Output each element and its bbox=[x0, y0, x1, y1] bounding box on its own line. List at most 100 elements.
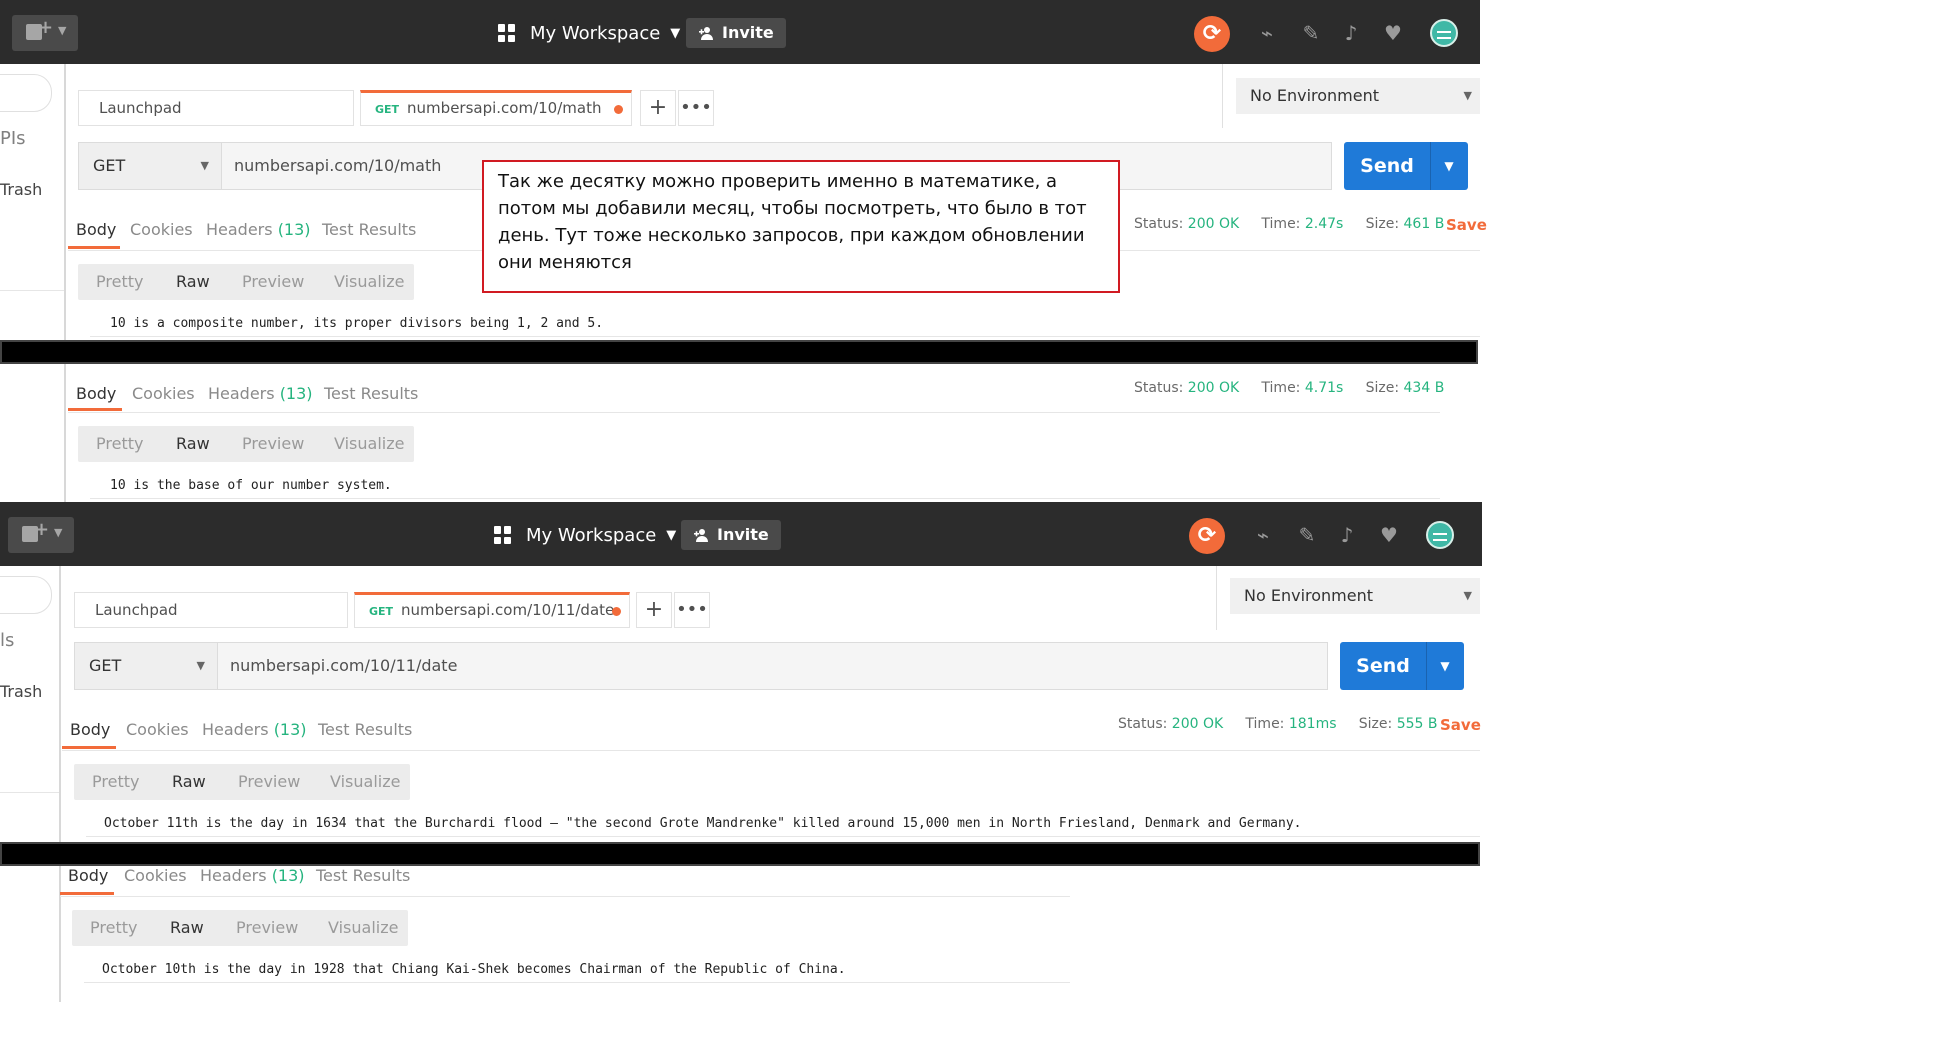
chevron-down-icon: ▼ bbox=[1463, 89, 1472, 102]
invite-button[interactable]: Invite bbox=[686, 18, 786, 48]
environment-value: No Environment bbox=[1250, 86, 1380, 105]
sidebar: ls Trash bbox=[0, 566, 61, 1002]
tab-label: Launchpad bbox=[99, 99, 182, 117]
tab-request[interactable]: GET numbersapi.com/10/math bbox=[360, 90, 632, 126]
sidebar-item-trash[interactable]: Trash bbox=[0, 682, 42, 701]
sidebar-item-apis[interactable]: PIs bbox=[0, 128, 26, 149]
sidebar-search[interactable] bbox=[0, 74, 52, 112]
save-response-button[interactable]: Save bbox=[1446, 216, 1487, 234]
tab-test-results[interactable]: Test Results bbox=[322, 220, 416, 239]
tab-headers[interactable]: Headers (13) bbox=[208, 384, 313, 403]
format-visualize[interactable]: Visualize bbox=[334, 272, 404, 291]
new-button[interactable]: + ▼ bbox=[8, 517, 74, 553]
invite-button[interactable]: Invite bbox=[681, 520, 781, 550]
plus-icon: + bbox=[38, 17, 54, 38]
satellite-icon[interactable]: ⌁ bbox=[1252, 524, 1274, 546]
bell-icon[interactable]: ♪ bbox=[1336, 524, 1358, 546]
separator-bar bbox=[0, 842, 1480, 866]
tab-body[interactable]: Body bbox=[76, 220, 116, 239]
new-button[interactable]: + ▼ bbox=[12, 15, 78, 51]
tab-options-button[interactable]: ••• bbox=[678, 90, 714, 126]
sidebar-item-apis[interactable]: ls bbox=[0, 630, 14, 651]
active-tab-indicator bbox=[68, 408, 122, 411]
sync-icon[interactable]: ⟳ bbox=[1189, 518, 1225, 554]
sidebar-search[interactable] bbox=[0, 576, 52, 614]
bell-icon[interactable]: ♪ bbox=[1340, 22, 1362, 44]
format-visualize[interactable]: Visualize bbox=[330, 772, 400, 791]
format-tabs: Pretty Raw Preview Visualize bbox=[72, 910, 408, 946]
new-tab-button[interactable]: + bbox=[640, 90, 676, 126]
tab-cookies[interactable]: Cookies bbox=[130, 220, 193, 239]
tab-label: Headers bbox=[200, 866, 267, 885]
tab-cookies[interactable]: Cookies bbox=[132, 384, 195, 403]
format-preview[interactable]: Preview bbox=[238, 772, 300, 791]
format-preview[interactable]: Preview bbox=[242, 434, 304, 453]
wrench-icon[interactable]: ✎ bbox=[1300, 22, 1322, 44]
format-preview[interactable]: Preview bbox=[236, 918, 298, 937]
tab-test-results[interactable]: Test Results bbox=[316, 866, 410, 885]
tab-launchpad[interactable]: Launchpad bbox=[78, 90, 354, 126]
tab-label: Headers bbox=[202, 720, 269, 739]
grid-icon bbox=[498, 24, 516, 42]
divider bbox=[68, 412, 1440, 413]
format-visualize[interactable]: Visualize bbox=[334, 434, 404, 453]
format-pretty[interactable]: Pretty bbox=[92, 772, 139, 791]
format-tabs: Pretty Raw Preview Visualize bbox=[74, 764, 410, 800]
tab-headers[interactable]: Headers (13) bbox=[206, 220, 311, 239]
format-raw[interactable]: Raw bbox=[176, 272, 210, 291]
tab-body[interactable]: Body bbox=[68, 866, 108, 885]
headers-count: (13) bbox=[277, 220, 311, 239]
tab-launchpad[interactable]: Launchpad bbox=[74, 592, 348, 628]
format-pretty[interactable]: Pretty bbox=[90, 918, 137, 937]
save-response-button[interactable]: Save bbox=[1440, 716, 1481, 734]
sync-icon[interactable]: ⟳ bbox=[1194, 16, 1230, 52]
chevron-down-icon: ▼ bbox=[54, 526, 63, 539]
chevron-down-icon[interactable]: ▼ bbox=[1430, 142, 1468, 190]
divider bbox=[84, 982, 1070, 983]
tab-headers[interactable]: Headers (13) bbox=[202, 720, 307, 739]
format-pretty[interactable]: Pretty bbox=[96, 434, 143, 453]
satellite-icon[interactable]: ⌁ bbox=[1256, 22, 1278, 44]
heart-icon[interactable]: ♥ bbox=[1382, 22, 1404, 44]
workspace-switcher[interactable]: My Workspace ▼ bbox=[498, 18, 680, 48]
environment-select[interactable]: No Environment ▼ bbox=[1230, 578, 1480, 614]
send-button[interactable]: Send ▼ bbox=[1340, 642, 1464, 690]
wrench-icon[interactable]: ✎ bbox=[1296, 524, 1318, 546]
tab-options-button[interactable]: ••• bbox=[674, 592, 710, 628]
chevron-down-icon: ▼ bbox=[58, 24, 67, 37]
tab-body[interactable]: Body bbox=[70, 720, 110, 739]
response-status: Status: 200 OK Time: 181ms Size: 555 B bbox=[1118, 716, 1438, 732]
new-tab-button[interactable]: + bbox=[636, 592, 672, 628]
method-select[interactable]: GET ▼ bbox=[74, 642, 218, 690]
format-raw[interactable]: Raw bbox=[172, 772, 206, 791]
method-value: GET bbox=[93, 156, 126, 175]
tab-test-results[interactable]: Test Results bbox=[324, 384, 418, 403]
format-preview[interactable]: Preview bbox=[242, 272, 304, 291]
tab-request[interactable]: GET numbersapi.com/10/11/date bbox=[354, 592, 630, 628]
format-raw[interactable]: Raw bbox=[170, 918, 204, 937]
format-visualize[interactable]: Visualize bbox=[328, 918, 398, 937]
url-value: numbersapi.com/10/math bbox=[234, 156, 442, 175]
workspace-name: My Workspace bbox=[526, 524, 657, 546]
tab-label: numbersapi.com/10/math bbox=[407, 99, 602, 117]
format-raw[interactable]: Raw bbox=[176, 434, 210, 453]
tab-cookies[interactable]: Cookies bbox=[126, 720, 189, 739]
divider bbox=[1216, 566, 1217, 630]
sidebar-item-trash[interactable]: Trash bbox=[0, 180, 42, 199]
tab-body[interactable]: Body bbox=[76, 384, 116, 403]
chevron-down-icon: ▼ bbox=[196, 659, 205, 672]
format-pretty[interactable]: Pretty bbox=[96, 272, 143, 291]
chevron-down-icon[interactable]: ▼ bbox=[1426, 642, 1464, 690]
tab-test-results[interactable]: Test Results bbox=[318, 720, 412, 739]
avatar[interactable] bbox=[1426, 521, 1454, 549]
avatar[interactable] bbox=[1430, 19, 1458, 47]
chevron-down-icon: ▼ bbox=[200, 159, 209, 172]
method-select[interactable]: GET ▼ bbox=[78, 142, 222, 190]
url-input[interactable]: numbersapi.com/10/11/date bbox=[218, 642, 1328, 690]
tab-headers[interactable]: Headers (13) bbox=[200, 866, 305, 885]
heart-icon[interactable]: ♥ bbox=[1378, 524, 1400, 546]
workspace-switcher[interactable]: My Workspace ▼ bbox=[494, 520, 676, 550]
send-button[interactable]: Send ▼ bbox=[1344, 142, 1468, 190]
environment-select[interactable]: No Environment ▼ bbox=[1236, 78, 1480, 114]
tab-cookies[interactable]: Cookies bbox=[124, 866, 187, 885]
